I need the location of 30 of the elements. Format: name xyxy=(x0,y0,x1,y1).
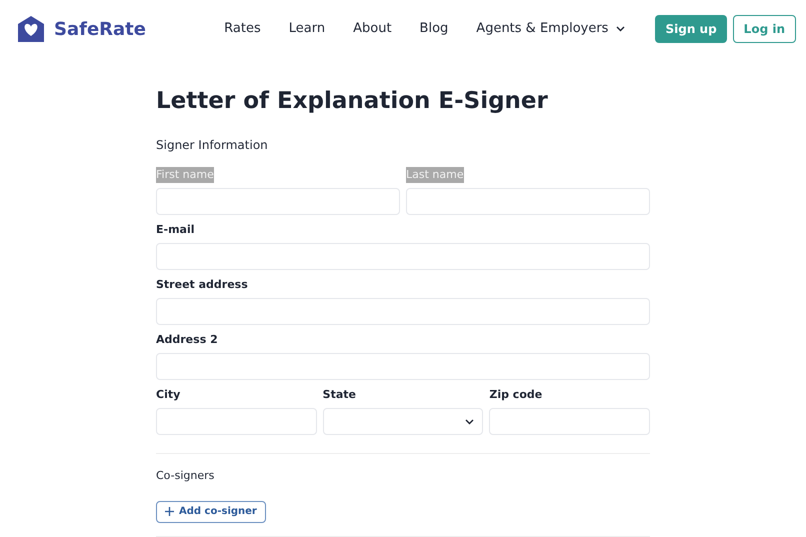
field-label: First name xyxy=(156,166,214,184)
nav-link[interactable]: Learn xyxy=(288,19,326,39)
logo-icon xyxy=(16,14,46,44)
input-field[interactable] xyxy=(156,353,650,380)
input-field[interactable] xyxy=(489,408,650,435)
plus-icon xyxy=(165,507,174,516)
nav-link[interactable]: Agents & Employers xyxy=(476,19,626,39)
add-co-signer-button[interactable]: Add co-signer xyxy=(156,500,266,522)
field-label: Address 2 xyxy=(156,332,218,348)
field-label: Last name xyxy=(406,166,464,184)
chevron-down-icon xyxy=(465,418,474,424)
input-field[interactable] xyxy=(156,408,317,435)
field-label: Zip code xyxy=(489,386,542,403)
select-field[interactable] xyxy=(322,408,484,435)
input-field[interactable] xyxy=(406,188,650,215)
input-field[interactable] xyxy=(156,188,400,215)
field-label: Street address xyxy=(156,276,248,293)
field-label: City xyxy=(156,386,180,403)
field-label: E-mail xyxy=(156,222,195,238)
nav-link[interactable]: Blog xyxy=(420,19,448,39)
page-title: Letter of Explanation E-Signer xyxy=(156,87,549,116)
section-heading: Signer Information xyxy=(156,137,269,154)
input-field[interactable] xyxy=(156,243,650,270)
chevron-down-icon xyxy=(616,26,626,32)
section-heading: Co-signers xyxy=(156,468,216,484)
field-label: State xyxy=(322,386,356,403)
logo-text[interactable]: SafeRate xyxy=(54,16,146,42)
input-field[interactable] xyxy=(156,298,650,325)
nav-link[interactable]: About xyxy=(353,19,392,39)
nav-link[interactable]: Rates xyxy=(224,19,261,39)
